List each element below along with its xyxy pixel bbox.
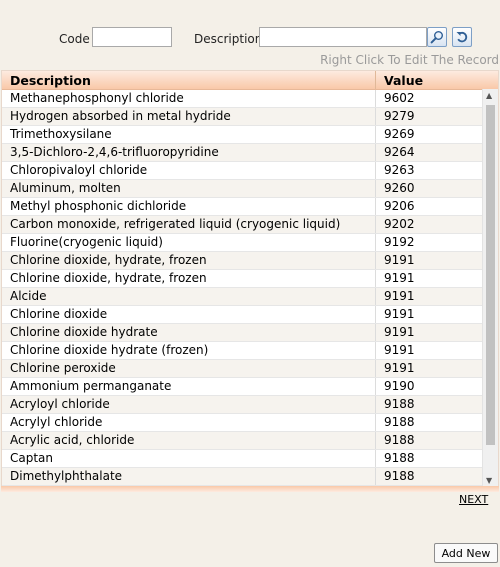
table-row[interactable]: Captan 9188 (2, 450, 498, 468)
cell-description: Chloropivaloyl chloride (2, 162, 376, 179)
cell-value: 9279 (384, 109, 415, 123)
cell-value: 9269 (384, 127, 415, 141)
table-row[interactable]: Alcide 9191 (2, 288, 498, 306)
add-new-button[interactable]: Add New (434, 543, 498, 563)
filter-bar: Code Description (0, 27, 500, 49)
table-row[interactable]: Chlorine dioxide hydrate 9191 (2, 324, 498, 342)
cell-description: Fluorine(cryogenic liquid) (2, 234, 376, 251)
cell-description: Hydrogen absorbed in metal hydride (2, 108, 376, 125)
scrollbar-thumb[interactable] (486, 105, 495, 445)
cell-description: Chlorine peroxide (2, 360, 376, 377)
cell-description: Alcide (2, 288, 376, 305)
table-row[interactable]: Chlorine dioxide hydrate (frozen) 9191 (2, 342, 498, 360)
cell-description: 3,5-Dichloro-2,4,6-trifluoropyridine (2, 144, 376, 161)
table-row[interactable]: Fluorine(cryogenic liquid) 9192 (2, 234, 498, 252)
cell-description: Ammonium permanganate (2, 378, 376, 395)
column-header-description[interactable]: Description (2, 71, 376, 89)
cell-description: Chlorine dioxide, hydrate, frozen (2, 252, 376, 269)
edit-hint: Right Click To Edit The Record (320, 53, 499, 67)
cell-description: Methyl phosphonic dichloride (2, 198, 376, 215)
cell-value: 9191 (384, 361, 415, 375)
cell-value: 9191 (384, 307, 415, 321)
table-row[interactable]: Acrylyl chloride 9188 (2, 414, 498, 432)
cell-value: 9202 (384, 217, 415, 231)
magnifier-icon (430, 31, 443, 44)
cell-value: 9188 (384, 469, 415, 483)
cell-description: Chlorine dioxide (2, 306, 376, 323)
grid-footer (1, 486, 499, 492)
scroll-down-arrow-icon[interactable]: ▼ (486, 476, 492, 485)
scroll-up-arrow-icon[interactable]: ▲ (486, 91, 492, 100)
code-input[interactable] (92, 27, 172, 47)
cell-description: Carbon monoxide, refrigerated liquid (cr… (2, 216, 376, 233)
cell-description: Captan (2, 450, 376, 467)
column-header-value[interactable]: Value (376, 71, 498, 89)
cell-value: 9191 (384, 343, 415, 357)
table-row[interactable]: Trimethoxysilane 9269 (2, 126, 498, 144)
cell-value: 9191 (384, 325, 415, 339)
table-row[interactable]: Chlorine dioxide, hydrate, frozen 9191 (2, 270, 498, 288)
table-row[interactable]: Carbon monoxide, refrigerated liquid (cr… (2, 216, 498, 234)
description-label: Description (194, 32, 263, 46)
cell-value: 9260 (384, 181, 415, 195)
cell-value: 9264 (384, 145, 415, 159)
table-row[interactable]: Chlorine dioxide, hydrate, frozen 9191 (2, 252, 498, 270)
cell-value: 9602 (384, 91, 415, 105)
cell-value: 9263 (384, 163, 415, 177)
next-page-link[interactable]: NEXT (459, 493, 488, 506)
cell-description: Chlorine dioxide hydrate (frozen) (2, 342, 376, 359)
table-row[interactable]: Methyl phosphonic dichloride 9206 (2, 198, 498, 216)
cell-value: 9188 (384, 415, 415, 429)
cell-description: Acryloyl chloride (2, 396, 376, 413)
table-row[interactable]: Methanephosphonyl chloride 9602 (2, 90, 498, 108)
cell-value: 9191 (384, 253, 415, 267)
cell-description: Dimethylphthalate (2, 468, 376, 485)
cell-description: Aluminum, molten (2, 180, 376, 197)
grid-body: Methanephosphonyl chloride 9602 Hydrogen a… (2, 90, 498, 486)
table-row[interactable]: Aluminum, molten 9260 (2, 180, 498, 198)
table-row[interactable]: Acryloyl chloride 9188 (2, 396, 498, 414)
cell-value: 9191 (384, 271, 415, 285)
grid-header: Description Value (2, 71, 498, 90)
results-grid: Description Value Methanephosphonyl chlo… (1, 70, 499, 488)
table-row[interactable]: Acrylic acid, chloride 9188 (2, 432, 498, 450)
reset-button[interactable] (452, 27, 472, 47)
cell-description: Acrylic acid, chloride (2, 432, 376, 449)
refresh-icon (456, 31, 468, 43)
table-row[interactable]: Ammonium permanganate 9190 (2, 378, 498, 396)
search-button[interactable] (427, 27, 447, 47)
table-row[interactable]: Hydrogen absorbed in metal hydride 9279 (2, 108, 498, 126)
cell-description: Chlorine dioxide hydrate (2, 324, 376, 341)
code-label: Code (59, 32, 90, 46)
cell-value: 9188 (384, 451, 415, 465)
cell-description: Acrylyl chloride (2, 414, 376, 431)
cell-value: 9192 (384, 235, 415, 249)
table-row[interactable]: Chlorine dioxide 9191 (2, 306, 498, 324)
cell-value: 9206 (384, 199, 415, 213)
vertical-scrollbar[interactable]: ▲ ▼ (482, 89, 498, 487)
cell-value: 9188 (384, 433, 415, 447)
table-row[interactable]: Chlorine peroxide 9191 (2, 360, 498, 378)
cell-description: Methanephosphonyl chloride (2, 90, 376, 107)
cell-value: 9191 (384, 289, 415, 303)
table-row[interactable]: 3,5-Dichloro-2,4,6-trifluoropyridine 9264 (2, 144, 498, 162)
cell-description: Trimethoxysilane (2, 126, 376, 143)
cell-value: 9190 (384, 379, 415, 393)
table-row[interactable]: Dimethylphthalate 9188 (2, 468, 498, 486)
cell-description: Chlorine dioxide, hydrate, frozen (2, 270, 376, 287)
table-row[interactable]: Chloropivaloyl chloride 9263 (2, 162, 498, 180)
cell-value: 9188 (384, 397, 415, 411)
description-input[interactable] (259, 27, 427, 47)
